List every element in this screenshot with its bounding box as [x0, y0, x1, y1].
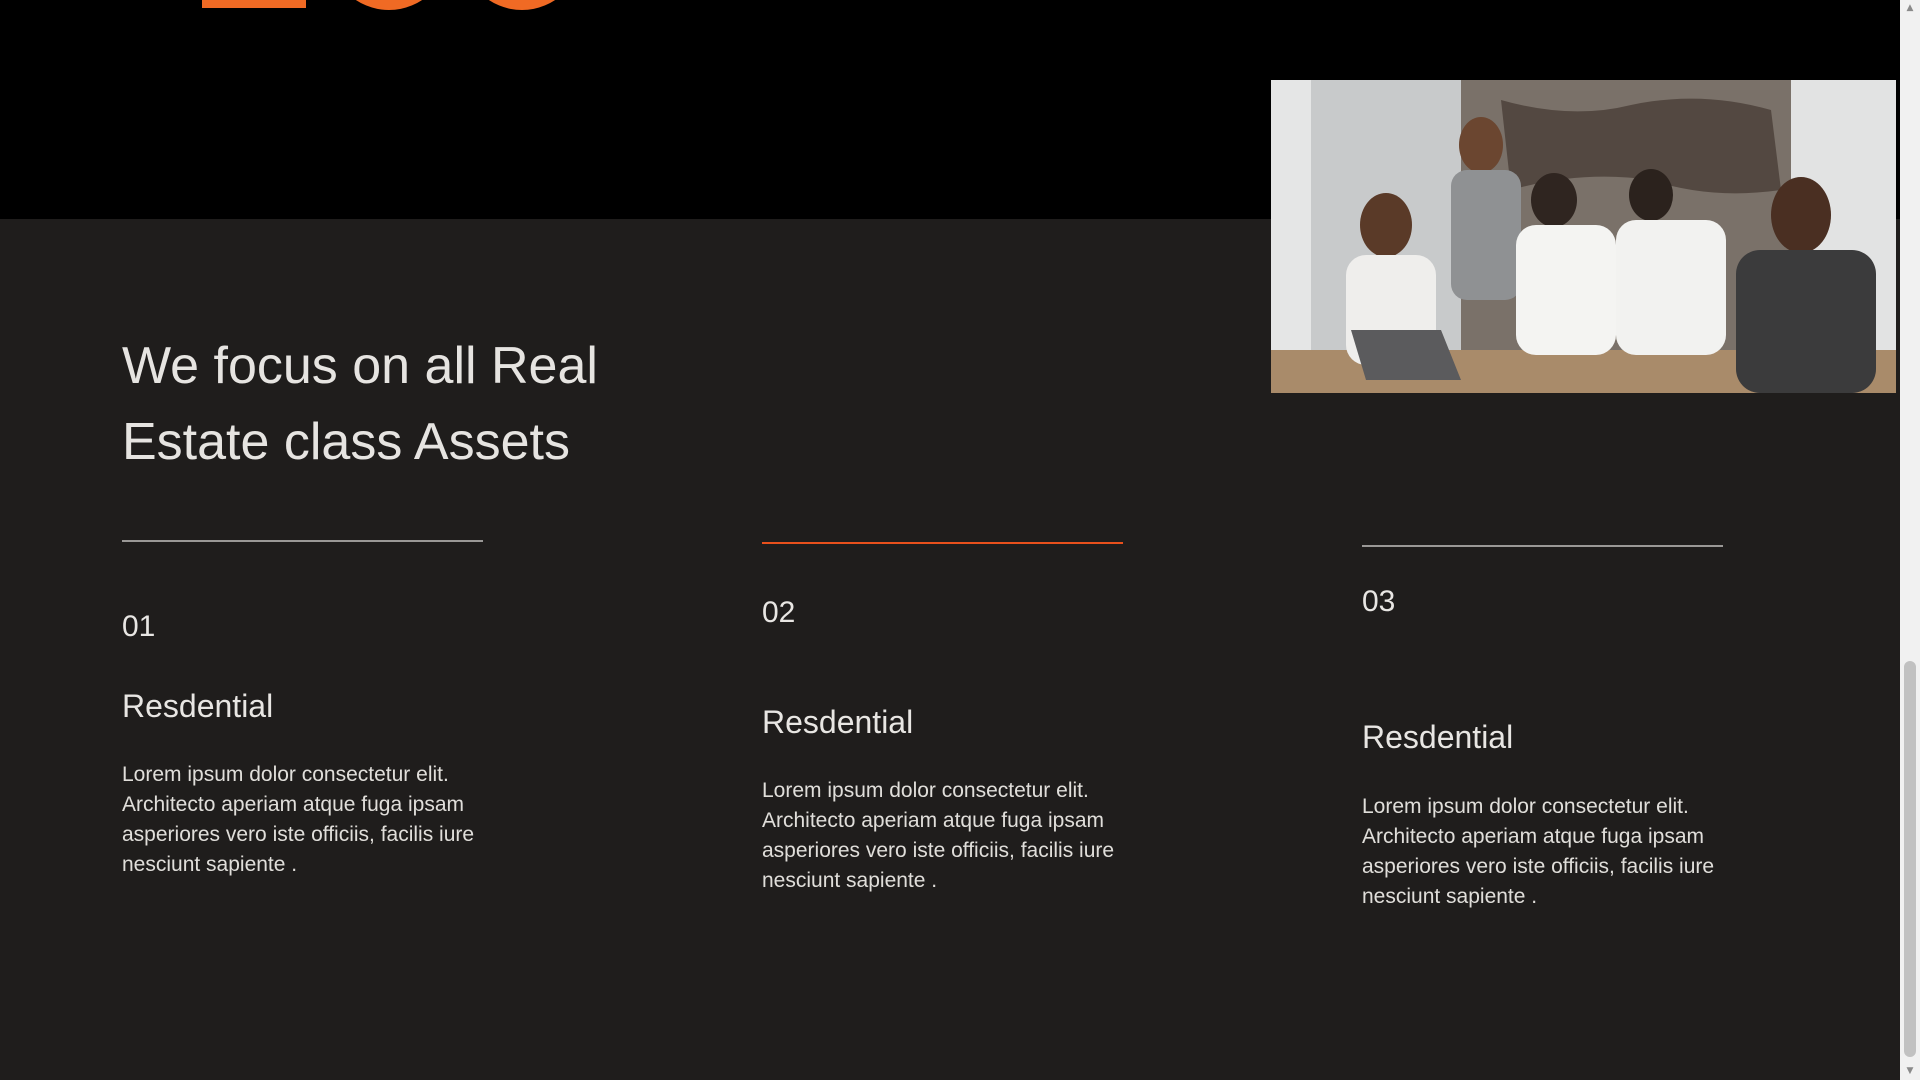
- scrollbar-thumb[interactable]: [1904, 661, 1916, 1057]
- feature-divider: [122, 540, 483, 542]
- orange-circle-shape: [462, 0, 582, 10]
- section-heading: We focus on all Real Estate class Assets: [122, 328, 762, 480]
- orange-bar-shape: [202, 0, 306, 8]
- feature-card-03: 03 Resdential Lorem ipsum dolor consecte…: [1362, 545, 1724, 915]
- feature-number: 01: [122, 610, 156, 643]
- feature-divider: [1362, 545, 1723, 547]
- feature-divider-active: [762, 542, 1123, 544]
- feature-description: Lorem ipsum dolor consectetur elit. Arch…: [762, 779, 1115, 892]
- team-photo-illustration: [1271, 80, 1896, 393]
- heading-line-1: We focus on all Real: [122, 337, 598, 395]
- feature-description: Lorem ipsum dolor consectetur elit. Arch…: [1362, 795, 1715, 908]
- feature-title: Resdential: [1362, 719, 1514, 755]
- team-photo: [1271, 80, 1896, 393]
- feature-number: 03: [1362, 585, 1396, 618]
- logo-decoration: [0, 0, 600, 12]
- feature-title: Resdential: [122, 688, 274, 724]
- feature-card-01: 01 Resdential Lorem ipsum dolor consecte…: [122, 540, 484, 890]
- feature-description: Lorem ipsum dolor consectetur elit. Arch…: [122, 763, 475, 876]
- feature-title: Resdential: [762, 704, 914, 740]
- orange-circle-shape: [329, 0, 449, 10]
- vertical-scrollbar[interactable]: ▲ ▼: [1900, 0, 1920, 1080]
- feature-number: 02: [762, 596, 796, 629]
- feature-card-02: 02 Resdential Lorem ipsum dolor consecte…: [762, 542, 1124, 902]
- chevron-down-icon[interactable]: ▼: [1900, 1063, 1920, 1080]
- chevron-up-icon[interactable]: ▲: [1900, 0, 1920, 17]
- page: We focus on all Real Estate class Assets…: [0, 0, 1900, 1080]
- heading-line-2: Estate class Assets: [122, 413, 570, 471]
